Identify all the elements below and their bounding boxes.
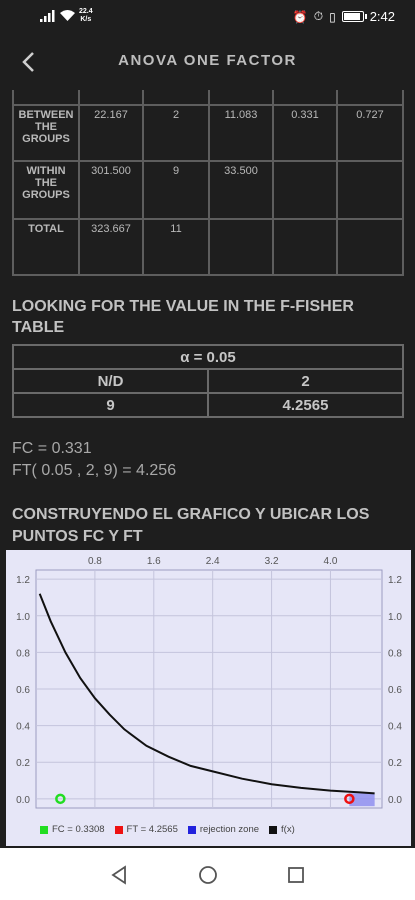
cell-df: 2: [142, 104, 210, 162]
cell-p: [336, 160, 404, 220]
x-tick-label: 4.0: [324, 556, 338, 567]
legend-swatch: [114, 825, 123, 834]
y-tick-label-left: 0.8: [16, 648, 30, 659]
anova-table: TION FREEDOM AVERAGE TEST BETWEEN THE GR…: [12, 90, 404, 276]
vibrate-icon: ▯: [329, 9, 336, 24]
table-row: TOTAL 323.667 11: [12, 218, 404, 276]
row-label: TOTAL: [12, 218, 80, 276]
cell-df: 9: [142, 160, 210, 220]
cell-sum: 22.167: [78, 104, 144, 162]
legend-item: FC = 0.3308: [40, 824, 105, 835]
f-distribution-chart[interactable]: 0.8 1.6 2.4 3.2 4.0 0.0 0.0 0.2 0.2 0.4 0.4 0.6 0.6 0…: [6, 550, 411, 846]
row-label: BETWEEN THE GROUPS: [12, 104, 80, 162]
y-tick-label-left: 0.0: [16, 795, 30, 806]
table-row: WITHIN THE GROUPS 301.500 9 33.500: [12, 160, 404, 220]
table-header: [336, 90, 404, 106]
fc-result: FC = 0.331: [12, 440, 92, 457]
cell-p: [336, 218, 404, 276]
y-tick-label-left: 1.0: [16, 612, 30, 623]
cell-sum: 301.500: [78, 160, 144, 220]
scroll-content[interactable]: TION FREEDOM AVERAGE TEST BETWEEN THE GR…: [0, 90, 415, 548]
y-tick-label-left: 1.2: [16, 575, 30, 586]
x-tick-label: 1.6: [147, 556, 161, 567]
nd-value-cell: 2: [207, 368, 404, 394]
table-header: TEST: [272, 90, 338, 106]
f-value-cell: 4.2565: [207, 392, 404, 418]
alpha-cell: α = 0.05: [12, 344, 404, 370]
wifi-icon: [60, 10, 75, 21]
cell-test: [272, 160, 338, 220]
d-value-cell: 9: [12, 392, 209, 418]
table-header: TION: [12, 90, 80, 106]
y-tick-label-right: 0.4: [388, 722, 402, 733]
app-bar: ANOVA ONE FACTOR: [0, 34, 415, 90]
y-tick-label-left: 0.6: [16, 685, 30, 696]
nav-recents-icon[interactable]: [285, 864, 307, 886]
legend-swatch: [187, 825, 196, 834]
cell-average: [208, 218, 274, 276]
legend-label: rejection zone: [199, 824, 260, 835]
page-title: ANOVA ONE FACTOR: [118, 52, 297, 69]
y-tick-label-left: 0.4: [16, 722, 30, 733]
table-header-row: TION FREEDOM AVERAGE TEST: [12, 90, 404, 106]
x-tick-label: 2.4: [206, 556, 220, 567]
nav-home-icon[interactable]: [197, 864, 219, 886]
nav-back-icon[interactable]: [108, 864, 130, 886]
series-line-fx: [38, 593, 375, 795]
legend-item: FT = 4.2565: [114, 824, 178, 835]
cell-test: [272, 218, 338, 276]
graph-section-title: CONSTRUYENDO EL GRAFICO Y UBICAR LOS PUN…: [12, 506, 370, 545]
y-tick-label-right: 1.0: [388, 612, 402, 623]
ft-result: FT( 0.05 , 2, 9) = 4.256: [12, 462, 177, 479]
y-tick-label-right: 0.8: [388, 648, 402, 659]
clock-time: 2:42: [369, 9, 395, 24]
nd-label-cell: N/D: [12, 368, 209, 394]
table-header: AVERAGE: [208, 90, 274, 106]
y-tick-label-right: 0.6: [388, 685, 402, 696]
y-tick-label-right: 0.2: [388, 758, 402, 769]
system-nav-bar: [0, 848, 415, 900]
clock-icon: ⏱: [313, 9, 324, 23]
signal-icon: [40, 10, 55, 22]
battery-icon: [341, 11, 367, 22]
fisher-section-title: LOOKING FOR THE VALUE IN THE F-FISHER TA…: [12, 298, 354, 336]
y-tick-label-right: 1.2: [388, 575, 402, 586]
y-tick-label-left: 0.2: [16, 758, 30, 769]
legend-swatch: [40, 825, 48, 834]
cell-average: 11.083: [208, 104, 274, 162]
cell-average: 33.500: [208, 160, 274, 220]
legend-swatch: [269, 825, 278, 834]
legend-label: f(x): [281, 824, 295, 835]
alarm-icon: ⏰: [292, 9, 308, 24]
legend-item: rejection zone: [187, 824, 260, 835]
network-speed: 22.4 K/s: [79, 8, 93, 23]
chart-svg: 0.8 1.6 2.4 3.2 4.0 0.0 0.0 0.2 0.2 0.4 0.4 0.6 0.6 0…: [16, 556, 402, 809]
cell-test: 0.331: [272, 104, 338, 162]
cell-sum: 323.667: [78, 218, 144, 276]
x-tick-label: 3.2: [265, 556, 279, 567]
status-bar: 22.4 K/s ⏰ ⏱ ▯ 2:42: [0, 0, 415, 34]
x-tick-label: 0.8: [88, 556, 102, 567]
legend-item: f(x): [269, 824, 295, 835]
table-row: BETWEEN THE GROUPS 22.167 2 11.083 0.331…: [12, 104, 404, 162]
table-header: [78, 90, 144, 106]
cell-p: 0.727: [336, 104, 404, 162]
legend-label: FC = 0.3308: [52, 824, 105, 835]
table-header: FREEDOM: [142, 90, 210, 106]
row-label: WITHIN THE GROUPS: [12, 160, 80, 220]
fisher-table: α = 0.05 N/D 2 9 4.2565: [12, 344, 404, 418]
cell-df: 11: [142, 218, 210, 276]
chart-legend: FC = 0.3308 FT = 4.2565 rejection zone f…: [40, 824, 295, 835]
y-tick-label-right: 0.0: [388, 795, 402, 806]
legend-label: FT = 4.2565: [126, 824, 178, 835]
